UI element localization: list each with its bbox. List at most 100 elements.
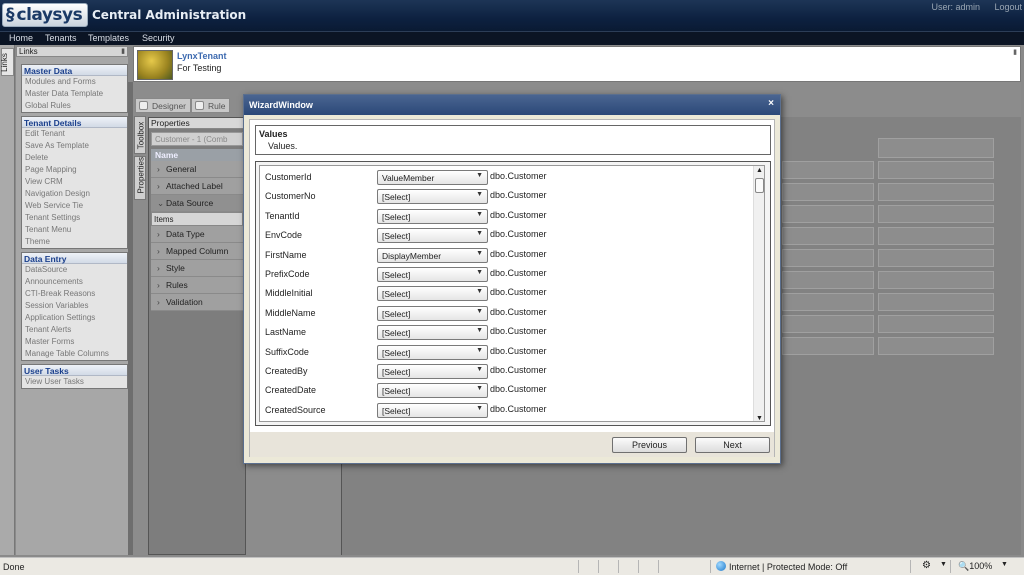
link-cti-break-reasons[interactable]: CTI-Break Reasons [22, 288, 127, 300]
pin-icon[interactable]: ▮ [121, 47, 125, 55]
control-selector-combo[interactable]: Customer - 1 (Comb [151, 132, 243, 146]
vertical-scrollbar[interactable]: ▲ ▼ [753, 166, 764, 421]
link-application-settings[interactable]: Application Settings [22, 312, 127, 324]
nav-home[interactable]: Home [9, 33, 33, 43]
wizard-titlebar[interactable]: WizardWindow × [244, 95, 780, 115]
properties-tab[interactable]: Properties [134, 156, 146, 200]
mapping-select[interactable]: DisplayMember ▼ [377, 247, 488, 263]
app-header: § claysys Central Administration User: a… [0, 0, 1024, 31]
links-side-tab-strip: Links [0, 45, 15, 555]
property-group-mapped-column[interactable]: › Mapped Column [151, 243, 243, 260]
property-group-style[interactable]: › Style [151, 260, 243, 277]
link-manage-table-columns[interactable]: Manage Table Columns [22, 348, 127, 360]
link-group-title: User Tasks [22, 365, 127, 376]
mapping-select[interactable]: ValueMember ▼ [377, 170, 488, 185]
property-group-data-source[interactable]: ⌄ Data Source [151, 195, 243, 212]
chevron-right-icon: › [157, 280, 160, 290]
mapping-select-value: [Select] [382, 231, 411, 242]
link-group-master-data: Master Data Modules and Forms Master Dat… [21, 64, 128, 113]
mapping-select[interactable]: [Select] ▼ [377, 364, 488, 379]
logo-text: claysys [16, 4, 83, 25]
link-theme[interactable]: Theme [22, 236, 127, 248]
logout-link[interactable]: Logout [994, 2, 1022, 12]
scroll-down-icon[interactable]: ▼ [756, 415, 763, 421]
chevron-down-icon: ▼ [476, 288, 483, 296]
links-panel: Links ▮ Master Data Modules and Forms Ma… [16, 46, 128, 555]
chevron-down-icon[interactable]: ▼ [940, 561, 947, 568]
canvas-cell [878, 315, 994, 333]
nav-security[interactable]: Security [142, 33, 175, 43]
link-view-crm[interactable]: View CRM [22, 176, 127, 188]
designer-icon [139, 101, 148, 110]
property-group-rules[interactable]: › Rules [151, 277, 243, 294]
link-tenant-menu[interactable]: Tenant Menu [22, 224, 127, 236]
link-modules-and-forms[interactable]: Modules and Forms [22, 76, 127, 88]
link-page-mapping[interactable]: Page Mapping [22, 164, 127, 176]
security-zone[interactable]: Internet | Protected Mode: Off [716, 561, 847, 572]
mapping-select[interactable]: [Select] ▼ [377, 402, 488, 418]
mapping-select-value: ValueMember [382, 173, 435, 183]
link-navigation-design[interactable]: Navigation Design [22, 188, 127, 200]
chevron-down-icon: ▼ [476, 366, 483, 373]
wizard-body: Values Values. CustomerId ValueMember ▼ dbo… [249, 119, 775, 457]
property-group-data-type[interactable]: › Data Type [151, 226, 243, 243]
mapping-select[interactable]: [Select] ▼ [377, 383, 488, 399]
mapping-select[interactable]: [Select] ▼ [377, 208, 488, 224]
scroll-up-icon[interactable]: ▲ [756, 167, 763, 174]
toolbox-tab[interactable]: Toolbox [134, 116, 146, 154]
properties-panel: Properties Customer - 1 (Comb Name › Gene… [148, 117, 246, 555]
link-session-variables[interactable]: Session Variables [22, 300, 127, 312]
link-save-as-template[interactable]: Save As Template [22, 140, 127, 152]
nav-tenants[interactable]: Tenants [45, 33, 77, 43]
link-datasource[interactable]: DataSource [22, 264, 127, 276]
zoom-control[interactable]: 🔍100% [958, 561, 992, 572]
link-master-data-template[interactable]: Master Data Template [22, 88, 127, 100]
link-view-user-tasks[interactable]: View User Tasks [22, 376, 127, 388]
nav-templates[interactable]: Templates [88, 33, 129, 43]
mapping-select[interactable]: [Select] ▼ [377, 228, 488, 244]
link-master-forms[interactable]: Master Forms [22, 336, 127, 348]
wizard-window: WizardWindow × Values Values. CustomerId… [243, 94, 781, 464]
pin-icon[interactable]: ▮ [1013, 48, 1017, 56]
mapping-select[interactable]: [Select] ▼ [377, 189, 488, 205]
rule-button[interactable]: Rule [191, 98, 231, 113]
mapping-select[interactable]: [Select] ▼ [377, 286, 488, 302]
claysys-logo[interactable]: § claysys [2, 3, 88, 27]
close-icon[interactable]: × [768, 98, 774, 109]
link-edit-tenant[interactable]: Edit Tenant [22, 128, 127, 140]
mapping-select[interactable]: [Select] ▼ [377, 305, 488, 321]
links-panel-header: Links ▮ [16, 46, 128, 57]
field-name: SuffixCode [265, 346, 309, 357]
property-group-validation[interactable]: › Validation [151, 294, 243, 311]
mapping-select[interactable]: [Select] ▼ [377, 344, 488, 360]
property-group-general[interactable]: › General [151, 161, 243, 178]
protected-mode-icon[interactable]: ⚙ [922, 560, 931, 571]
link-tenant-settings[interactable]: Tenant Settings [22, 212, 127, 224]
mapping-select-value: [Select] [382, 308, 411, 319]
user-label: User: admin [931, 2, 980, 12]
table-name: dbo.Customer [490, 190, 547, 201]
designer-button[interactable]: Designer [135, 98, 192, 113]
mapping-select[interactable]: [Select] ▼ [377, 325, 488, 341]
status-divider [598, 560, 599, 573]
link-global-rules[interactable]: Global Rules [22, 100, 127, 112]
canvas-cell [878, 227, 994, 245]
link-delete[interactable]: Delete [22, 152, 127, 164]
chevron-right-icon: › [157, 164, 160, 174]
chevron-down-icon[interactable]: ▼ [1001, 561, 1008, 568]
scroll-thumb[interactable] [755, 178, 764, 193]
link-web-service-tie[interactable]: Web Service Tie [22, 200, 127, 212]
items-property[interactable]: Items [151, 212, 243, 226]
mapping-select[interactable]: [Select] ▼ [377, 267, 488, 282]
next-button[interactable]: Next [695, 437, 770, 453]
link-tenant-alerts[interactable]: Tenant Alerts [22, 324, 127, 336]
property-group-attached-label[interactable]: › Attached Label [151, 178, 243, 195]
links-side-tab[interactable]: Links [0, 48, 14, 76]
mapping-select-value: [Select] [382, 289, 411, 300]
link-announcements[interactable]: Announcements [22, 276, 127, 288]
link-group-title: Data Entry [22, 253, 127, 264]
status-text: Done [3, 562, 25, 572]
tenant-name[interactable]: LynxTenant [177, 51, 227, 61]
previous-button[interactable]: Previous [612, 437, 687, 453]
status-divider [950, 560, 951, 573]
